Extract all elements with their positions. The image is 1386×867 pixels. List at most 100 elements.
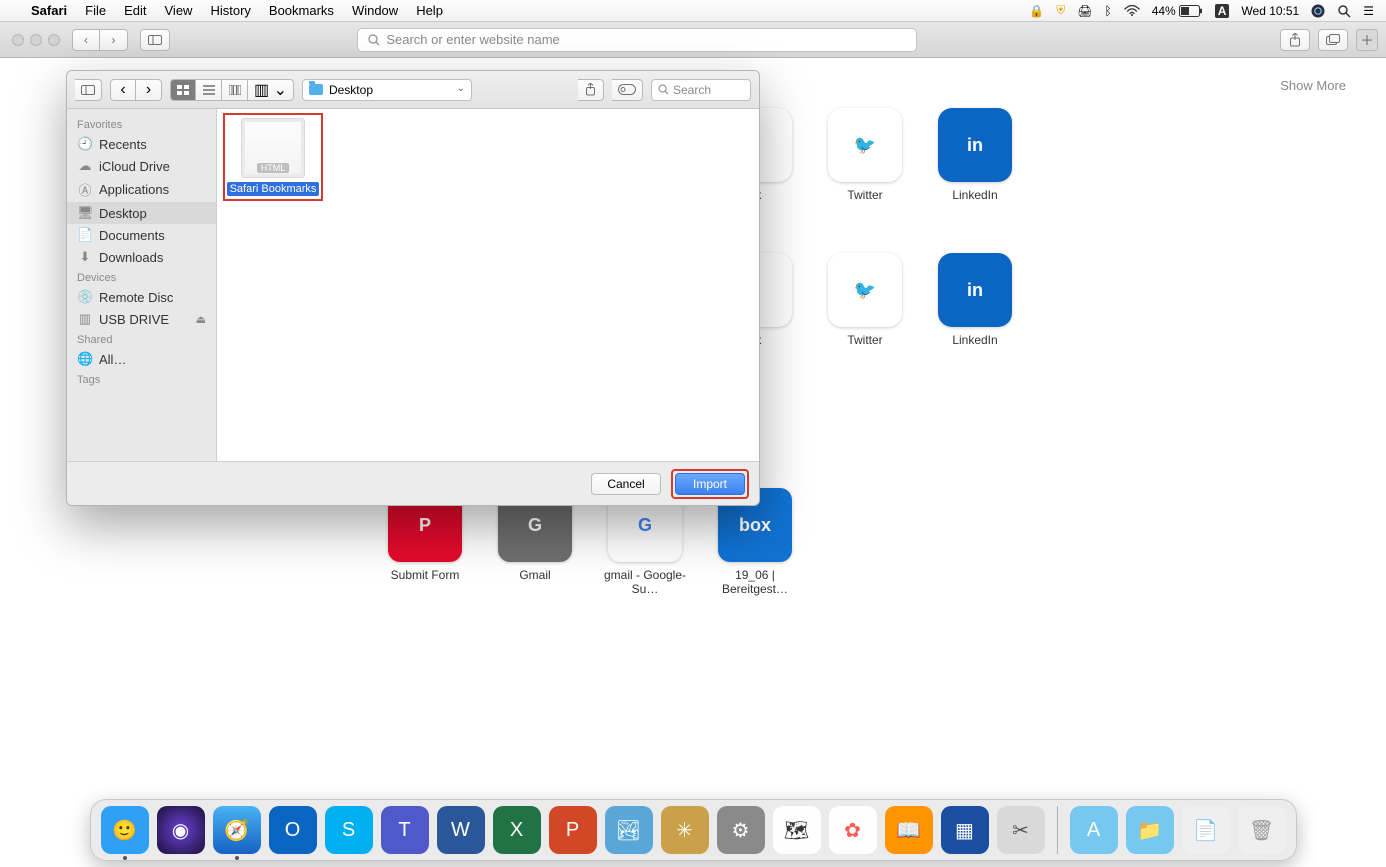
nav-forward-button[interactable]: ›	[136, 79, 162, 101]
view-icons-button[interactable]	[170, 79, 196, 101]
sidebar-item-label: Desktop	[99, 206, 147, 221]
cancel-button[interactable]: Cancel	[591, 473, 661, 495]
dock-app-ibooks[interactable]: 📖	[885, 806, 933, 854]
dock-app-finder[interactable]: 🙂	[101, 806, 149, 854]
sidebar-item-desktop[interactable]: 🖥Desktop	[67, 202, 216, 224]
dock-app-safari[interactable]: 🧭	[213, 806, 261, 854]
tags-button[interactable]	[612, 79, 643, 101]
sidebar-item-icon: 🕘	[77, 136, 93, 152]
sidebar-section-header: Shared	[67, 330, 216, 348]
menu-edit[interactable]: Edit	[115, 3, 155, 18]
menu-bookmarks[interactable]: Bookmarks	[260, 3, 343, 18]
dock-app-maps[interactable]: 🗺	[773, 806, 821, 854]
sidebar-item-label: Downloads	[99, 250, 163, 265]
dock-app-documents-folder[interactable]: 📁	[1126, 806, 1174, 854]
sidebar-item-label: iCloud Drive	[99, 159, 170, 174]
new-tab-button[interactable]: ＋	[1356, 29, 1378, 51]
sidebar-item-downloads[interactable]: ⬇︎Downloads	[67, 246, 216, 268]
minimize-window-button[interactable]	[30, 34, 42, 46]
favorite-tile[interactable]: inLinkedIn	[920, 253, 1030, 347]
dock-app-photos[interactable]: ✿	[829, 806, 877, 854]
favorite-tile[interactable]: inLinkedIn	[920, 108, 1030, 202]
address-bar[interactable]: Search or enter website name	[357, 28, 917, 52]
nav-back-button[interactable]: ‹	[110, 79, 136, 101]
tabs-overview-button[interactable]	[1318, 29, 1348, 51]
highlight-import: Import	[671, 469, 749, 499]
menu-file[interactable]: File	[76, 3, 115, 18]
spotlight-icon[interactable]	[1337, 4, 1351, 18]
dock-app-app-gold[interactable]: ✳︎	[661, 806, 709, 854]
favorite-tile-icon: 🐦	[828, 108, 902, 182]
file-item[interactable]: HTML Safari Bookmarks	[228, 118, 318, 196]
printer-icon[interactable]: 🖨	[1077, 4, 1092, 18]
siri-icon[interactable]	[1311, 4, 1325, 18]
zoom-window-button[interactable]	[48, 34, 60, 46]
share-button[interactable]	[1280, 29, 1310, 51]
dock-app-document[interactable]: 📄	[1182, 806, 1230, 854]
sidebar-item-icon: 📄	[77, 227, 93, 243]
sidebar-item-icon: 💿	[77, 289, 93, 305]
sidebar-item-all-[interactable]: 🌐All…	[67, 348, 216, 370]
dock-app-teams[interactable]: T	[381, 806, 429, 854]
favorite-label: Gmail	[519, 568, 550, 582]
favorite-tile[interactable]: 🐦 Twitter	[810, 108, 920, 202]
back-button[interactable]: ‹	[72, 29, 100, 51]
location-label: Desktop	[329, 83, 373, 97]
dock-app-settings[interactable]: ⚙︎	[717, 806, 765, 854]
view-gallery-button[interactable]: ▥ ⌄	[248, 79, 294, 101]
menu-history[interactable]: History	[201, 3, 259, 18]
dock-app-preview[interactable]: 🏞	[605, 806, 653, 854]
dialog-search-field[interactable]: Search	[651, 79, 751, 101]
folder-icon	[309, 84, 323, 95]
dock-app-siri[interactable]: ◉	[157, 806, 205, 854]
favorite-label: Submit Form	[391, 568, 460, 582]
close-window-button[interactable]	[12, 34, 24, 46]
view-columns-button[interactable]	[222, 79, 248, 101]
sidebar-item-applications[interactable]: ⒶApplications	[67, 177, 216, 202]
dock-app-utility[interactable]: ✂︎	[997, 806, 1045, 854]
sidebar-item-usb-drive[interactable]: ▥USB DRIVE⏏	[67, 308, 216, 330]
favorite-tile[interactable]: 🐦Twitter	[810, 253, 920, 347]
eject-icon[interactable]: ⏏	[196, 313, 206, 326]
clock[interactable]: Wed 10:51	[1241, 4, 1299, 18]
import-button[interactable]: Import	[675, 473, 745, 495]
dock-app-word[interactable]: W	[437, 806, 485, 854]
favorite-label: LinkedIn	[952, 333, 997, 347]
dock-app-skype[interactable]: S	[325, 806, 373, 854]
bluetooth-icon[interactable]: ᛒ	[1105, 4, 1112, 18]
share-sheet-button[interactable]	[578, 79, 604, 101]
file-thumb-icon: HTML	[241, 118, 305, 178]
dock-app-trash[interactable]: 🗑	[1238, 806, 1286, 854]
dock-app-app-store-folder[interactable]: A	[1070, 806, 1118, 854]
wifi-icon[interactable]	[1124, 5, 1140, 16]
show-more-link[interactable]: Show More	[1280, 78, 1346, 93]
sidebar-item-recents[interactable]: 🕘Recents	[67, 133, 216, 155]
menu-help[interactable]: Help	[407, 3, 452, 18]
forward-button[interactable]: ›	[100, 29, 128, 51]
dock-wrap: 🙂◉🧭OSTWXP🏞✳︎⚙︎🗺✿📖▦✂︎ A📁📄🗑	[0, 799, 1386, 861]
sidebar-toggle-button[interactable]	[140, 29, 170, 51]
menu-view[interactable]: View	[156, 3, 202, 18]
dock-app-virtualbox[interactable]: ▦	[941, 806, 989, 854]
sidebar-item-label: Documents	[99, 228, 165, 243]
battery-pct-label: 44%	[1152, 4, 1176, 18]
app-menu[interactable]: Safari	[22, 3, 76, 18]
lock-icon[interactable]: 🔒	[1029, 4, 1044, 18]
view-list-button[interactable]	[196, 79, 222, 101]
sidebar-item-icloud-drive[interactable]: ☁︎iCloud Drive	[67, 155, 216, 177]
shield-icon[interactable]: ⛨	[1056, 3, 1065, 18]
input-source-badge[interactable]: A	[1215, 4, 1230, 18]
location-popup[interactable]: Desktop	[302, 79, 472, 101]
menu-window[interactable]: Window	[343, 3, 407, 18]
file-name-label: Safari Bookmarks	[227, 182, 320, 196]
battery-status[interactable]: 44%	[1152, 4, 1203, 18]
dialog-sidebar-toggle[interactable]	[75, 79, 102, 101]
favorite-label: Twitter	[847, 188, 882, 202]
dialog-file-area[interactable]: HTML Safari Bookmarks	[217, 109, 759, 461]
notification-center-icon[interactable]: ☰	[1363, 4, 1374, 18]
sidebar-item-remote-disc[interactable]: 💿Remote Disc	[67, 286, 216, 308]
dock-app-outlook[interactable]: O	[269, 806, 317, 854]
sidebar-item-documents[interactable]: 📄 Documents	[67, 224, 216, 246]
dock-app-excel[interactable]: X	[493, 806, 541, 854]
dock-app-powerpoint[interactable]: P	[549, 806, 597, 854]
